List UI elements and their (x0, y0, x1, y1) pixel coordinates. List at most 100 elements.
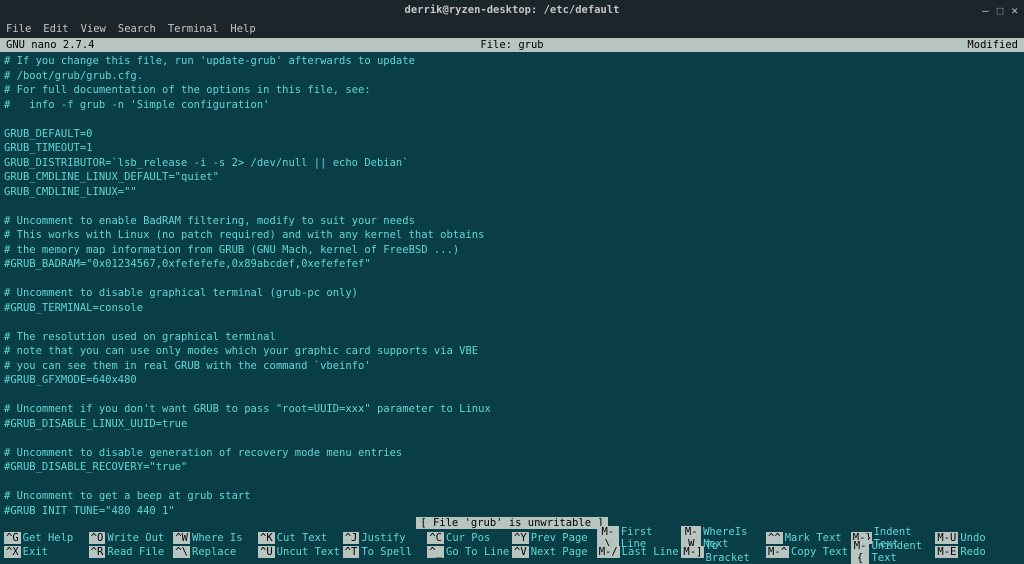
menu-view[interactable]: View (81, 23, 106, 35)
close-button[interactable]: ✕ (1011, 4, 1018, 17)
shortcut-label: Redo (960, 546, 985, 558)
editor-line: #GRUB_TERMINAL=console (4, 301, 1020, 316)
shortcut: M-{Unindent Text (851, 545, 936, 559)
window-title: derrik@ryzen-desktop: /etc/default (405, 4, 620, 16)
editor-line: GRUB_DEFAULT=0 (4, 127, 1020, 142)
editor-line: #GRUB_INIT_TUNE="480 440 1" (4, 504, 1020, 517)
shortcut: ^VNext Page (512, 545, 597, 559)
menu-terminal[interactable]: Terminal (168, 23, 219, 35)
shortcut: ^OWrite Out (89, 531, 174, 545)
shortcut-key: ^J (343, 532, 360, 544)
maximize-button[interactable]: ⬚ (997, 4, 1004, 17)
shortcut-key: ^W (173, 532, 190, 544)
editor-line: # note that you can use only modes which… (4, 344, 1020, 359)
shortcut-label: Where Is (192, 532, 243, 544)
shortcut: M-UUndo (935, 531, 1020, 545)
shortcut-label: To Spell (361, 546, 412, 558)
shortcut-label: Uncut Text (277, 546, 340, 558)
editor-line: # the memory map information from GRUB (… (4, 243, 1020, 258)
shortcut-label: Cur Pos (446, 532, 490, 544)
shortcuts-panel: ^GGet Help^OWrite Out^WWhere Is^KCut Tex… (0, 530, 1024, 561)
shortcut-key: M-{ (851, 540, 870, 564)
shortcut-key: ^U (258, 546, 275, 558)
shortcut-label: Unindent Text (871, 540, 935, 564)
nano-version: GNU nano 2.7.4 (6, 39, 95, 51)
menu-bar: File Edit View Search Terminal Help (0, 20, 1024, 38)
nano-filename: File: grub (480, 39, 543, 51)
shortcut-key: ^K (258, 532, 275, 544)
shortcut: ^UUncut Text (258, 545, 343, 559)
shortcut: ^^Mark Text (766, 531, 851, 545)
editor-line (4, 431, 1020, 446)
shortcut: ^JJustify (343, 531, 428, 545)
shortcut: ^XExit (4, 545, 89, 559)
shortcut-label: Write Out (107, 532, 164, 544)
shortcut-key: M-/ (597, 546, 620, 558)
editor-line: # If you change this file, run 'update-g… (4, 54, 1020, 69)
shortcut-key: ^X (4, 546, 21, 558)
editor-line: GRUB_CMDLINE_LINUX_DEFAULT="quiet" (4, 170, 1020, 185)
shortcut: M-/Last Line (597, 545, 682, 559)
shortcut: ^GGet Help (4, 531, 89, 545)
shortcut: ^YPrev Page (512, 531, 597, 545)
shortcut-key: ^G (4, 532, 21, 544)
shortcut-key: ^C (427, 532, 444, 544)
shortcut: M-^Copy Text (766, 545, 851, 559)
shortcut: ^RRead File (89, 545, 174, 559)
editor-line: # Uncomment to enable BadRAM filtering, … (4, 214, 1020, 229)
shortcut-label: Go To Line (446, 546, 509, 558)
shortcut-key: ^\ (173, 546, 190, 558)
menu-search[interactable]: Search (118, 23, 156, 35)
shortcut-label: Justify (361, 532, 405, 544)
shortcut-label: Mark Text (785, 532, 842, 544)
shortcut-key: M-E (935, 546, 958, 558)
editor-line: GRUB_DISTRIBUTOR=`lsb_release -i -s 2> /… (4, 156, 1020, 171)
editor-line: #GRUB_BADRAM="0x01234567,0xfefefefe,0x89… (4, 257, 1020, 272)
shortcut-label: Get Help (23, 532, 74, 544)
shortcut: M-\First Line (597, 531, 682, 545)
editor-line (4, 315, 1020, 330)
shortcut-key: ^O (89, 532, 106, 544)
shortcut-label: Read File (107, 546, 164, 558)
editor-line: GRUB_TIMEOUT=1 (4, 141, 1020, 156)
minimize-button[interactable]: – (982, 4, 989, 17)
editor-line: # you can see them in real GRUB with the… (4, 359, 1020, 374)
editor-line (4, 475, 1020, 490)
shortcut: ^TTo Spell (343, 545, 428, 559)
shortcut-label: To Bracket (706, 540, 767, 564)
menu-edit[interactable]: Edit (43, 23, 68, 35)
shortcut-label: Undo (960, 532, 985, 544)
shortcut-key: M-] (681, 546, 703, 558)
shortcut: ^_Go To Line (427, 545, 512, 559)
editor-line: # /boot/grub/grub.cfg. (4, 69, 1020, 84)
shortcut-label: Cut Text (277, 532, 328, 544)
shortcut-key: ^V (512, 546, 529, 558)
editor-line (4, 199, 1020, 214)
shortcut-label: Last Line (622, 546, 679, 558)
shortcut-label: Exit (23, 546, 48, 558)
shortcut: M-]To Bracket (681, 545, 766, 559)
editor-line (4, 388, 1020, 403)
editor-line: # Uncomment to disable graphical termina… (4, 286, 1020, 301)
shortcut-key: ^^ (766, 532, 783, 544)
editor-line: # Uncomment to get a beep at grub start (4, 489, 1020, 504)
shortcut-key: ^_ (427, 546, 444, 558)
editor-line: # The resolution used on graphical termi… (4, 330, 1020, 345)
window-controls: – ⬚ ✕ (982, 4, 1018, 17)
editor-line: #GRUB_DISABLE_LINUX_UUID=true (4, 417, 1020, 432)
editor-line: # For full documentation of the options … (4, 83, 1020, 98)
editor-line (4, 112, 1020, 127)
nano-status: Modified (967, 39, 1018, 51)
shortcut: M-ERedo (935, 545, 1020, 559)
menu-file[interactable]: File (6, 23, 31, 35)
shortcut-key: ^Y (512, 532, 529, 544)
editor-line: # Uncomment if you don't want GRUB to pa… (4, 402, 1020, 417)
shortcut: ^KCut Text (258, 531, 343, 545)
shortcut: ^\Replace (173, 545, 258, 559)
shortcut-label: Replace (192, 546, 236, 558)
status-row: [ File 'grub' is unwritable ] (0, 516, 1024, 530)
menu-help[interactable]: Help (230, 23, 255, 35)
editor-line: # Uncomment to disable generation of rec… (4, 446, 1020, 461)
editor-area[interactable]: # If you change this file, run 'update-g… (0, 52, 1024, 516)
editor-line: #GRUB_GFXMODE=640x480 (4, 373, 1020, 388)
